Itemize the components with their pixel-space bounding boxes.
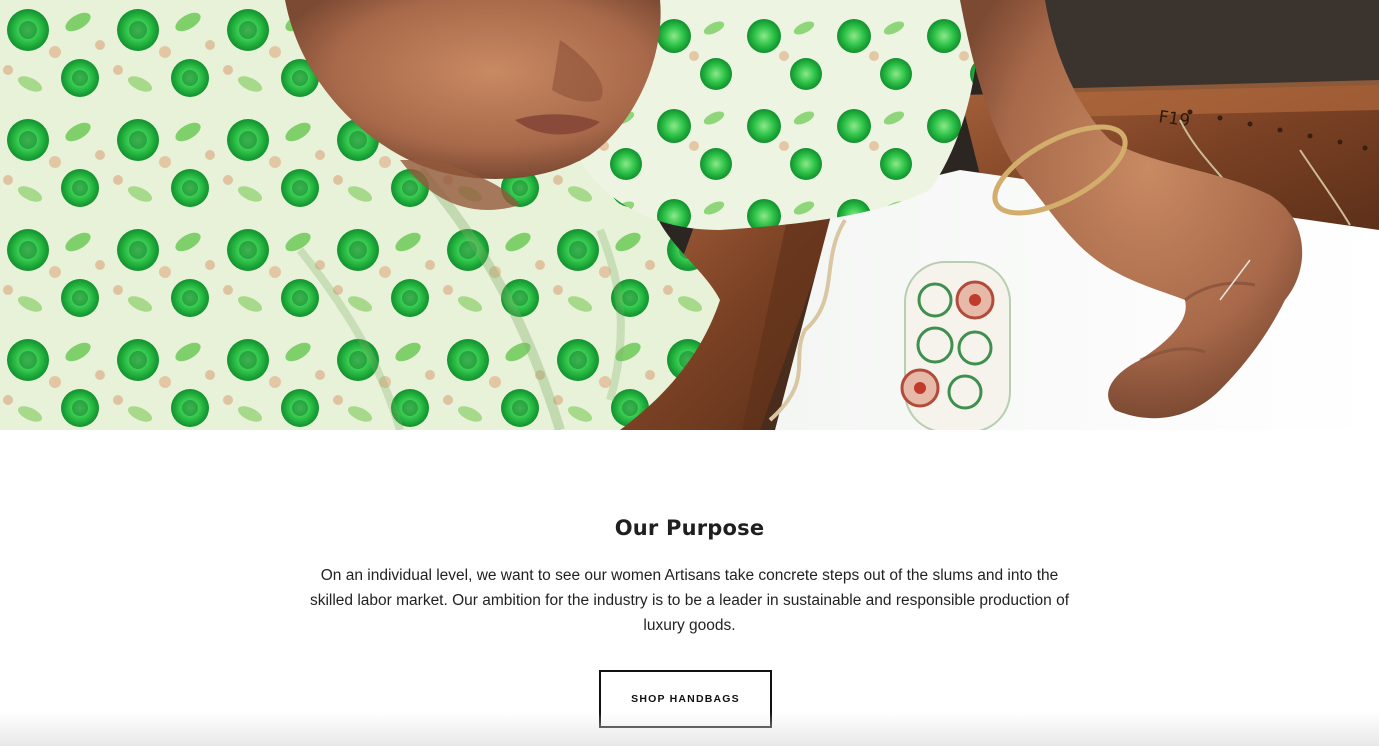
purpose-section: Our Purpose On an individual level, we w… [0, 430, 1379, 746]
shop-handbags-button[interactable]: SHOP HANDBAGS [599, 670, 772, 728]
purpose-description: On an individual level, we want to see o… [309, 567, 1070, 634]
hero-image: F19 [0, 0, 1379, 430]
section-title: Our Purpose [614, 516, 765, 540]
page: F19 Our Purpose On an individual level, … [0, 0, 1379, 746]
hero-photo-illustration: F19 [0, 0, 1379, 430]
embroidery-motif [900, 261, 1011, 430]
